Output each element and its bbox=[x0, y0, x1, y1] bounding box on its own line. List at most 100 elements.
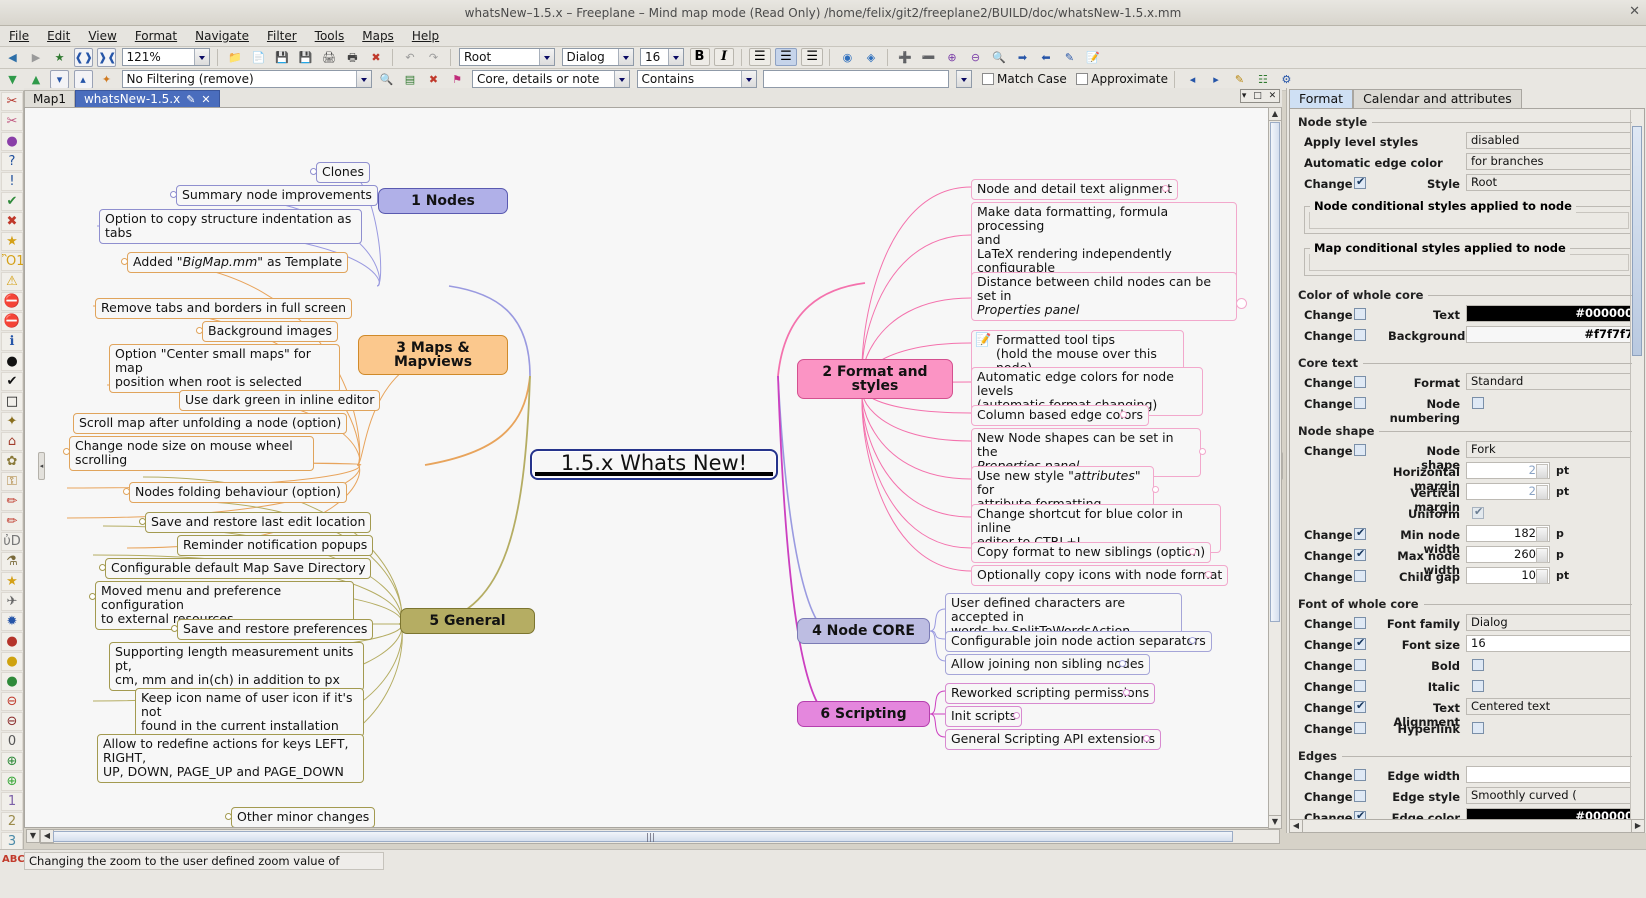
print-preview-icon[interactable]: 🖶 bbox=[343, 48, 362, 67]
magic-wand-icon[interactable]: ✦ bbox=[1, 412, 23, 431]
map-tab-map1[interactable]: Map1 bbox=[24, 90, 75, 107]
tab-format[interactable]: Format bbox=[1289, 89, 1354, 108]
menu-item-filter[interactable]: Filter bbox=[258, 26, 306, 45]
map-node-change-node-size-mouse-wheel[interactable]: Change node size on mouse wheel scrollin… bbox=[69, 436, 314, 471]
traffic-green-icon[interactable]: ● bbox=[1, 672, 23, 691]
map-node-optionally-copy-icons[interactable]: Optionally copy icons with node format bbox=[971, 565, 1229, 586]
number-1-icon[interactable]: 1 bbox=[1, 792, 23, 811]
field-node-conditional-styles[interactable] bbox=[1309, 212, 1629, 229]
move-left-icon[interactable]: ⬅ bbox=[1036, 48, 1055, 67]
checkbox-change-font-family[interactable] bbox=[1354, 617, 1366, 629]
checkbox-change-edge-style[interactable] bbox=[1354, 790, 1366, 802]
checkbox-change-node-shape[interactable] bbox=[1354, 444, 1366, 456]
next-node-icon[interactable]: ▸ bbox=[1206, 70, 1225, 89]
input-font-size[interactable]: 16 bbox=[1466, 635, 1638, 652]
checkbox-change-font-size[interactable] bbox=[1354, 636, 1366, 650]
menu-item-file[interactable]: File bbox=[0, 26, 38, 45]
map-node-remove-tabs-borders-fullscreen[interactable]: Remove tabs and borders in full screen bbox=[95, 298, 353, 319]
print-icon[interactable]: 🖨 bbox=[320, 48, 339, 67]
menu-item-help[interactable]: Help bbox=[403, 26, 448, 45]
chevron-down-icon[interactable] bbox=[355, 71, 371, 87]
map-node-save-restore-last-edit-location[interactable]: Save and restore last edit location bbox=[145, 512, 372, 533]
undo-icon[interactable]: ↶ bbox=[401, 48, 420, 67]
attribute-icon[interactable]: ☷ bbox=[1253, 70, 1272, 89]
bottle-icon[interactable]: ⚗ bbox=[1, 552, 23, 571]
mind-map-canvas[interactable]: 1.5.x Whats New! 1 Nodes 3 Maps & Mapvie… bbox=[24, 107, 1282, 828]
number-2-icon[interactable]: 2 bbox=[1, 812, 23, 831]
question-icon[interactable]: ? bbox=[1, 152, 23, 171]
scroll-up-icon[interactable]: ▲ bbox=[1268, 107, 1282, 121]
icon-rail-scroll-down[interactable]: ▼ bbox=[26, 829, 40, 843]
menu-item-tools[interactable]: Tools bbox=[306, 26, 354, 45]
value-edge-width[interactable] bbox=[1466, 766, 1638, 783]
input-min-node-width[interactable]: 182 bbox=[1466, 525, 1550, 542]
idea-icon[interactable]: Ὂ1 bbox=[1, 252, 23, 271]
map-topic-3-maps-mapviews[interactable]: 3 Maps & Mapviews bbox=[358, 335, 508, 375]
info-icon[interactable]: ℹ bbox=[1, 332, 23, 351]
pencil-icon[interactable]: ✏ bbox=[1, 512, 23, 531]
value-text-color[interactable]: #000000 bbox=[1466, 305, 1638, 322]
checkbox-change-node-numbering[interactable] bbox=[1354, 397, 1366, 409]
map-node-center-small-maps-option[interactable]: Option "Center small maps" for map posit… bbox=[109, 344, 340, 393]
bookmark-red-icon[interactable]: ✂ bbox=[1, 92, 23, 111]
checkbox-change-bold[interactable] bbox=[1354, 659, 1366, 671]
redo-icon[interactable]: ↷ bbox=[424, 48, 443, 67]
map-horizontal-scrollbar[interactable]: ◀ ||| bbox=[40, 829, 1280, 844]
edit-node-icon[interactable]: ✎ bbox=[1060, 48, 1079, 67]
map-node-keep-icon-name-user-icon[interactable]: Keep icon name of user icon if it's not … bbox=[135, 688, 364, 737]
expand-plus-icon[interactable] bbox=[1236, 298, 1247, 309]
map-node-background-images[interactable]: Background images bbox=[202, 321, 338, 342]
save-as-icon[interactable]: 💾 bbox=[296, 48, 315, 67]
filter-scope-combo[interactable]: Core, details or note bbox=[472, 70, 630, 88]
map-node-copy-structure-indentation[interactable]: Option to copy structure indentation as … bbox=[99, 209, 362, 244]
filter-selected-icon[interactable]: ▤ bbox=[401, 70, 420, 89]
field-map-conditional-styles[interactable] bbox=[1309, 254, 1629, 271]
filter-text-input[interactable] bbox=[763, 70, 949, 88]
checkbox-change-italic[interactable] bbox=[1354, 680, 1366, 692]
remove-node-icon[interactable]: ➖ bbox=[919, 48, 938, 67]
zoom-in-icon[interactable]: ❱❰ bbox=[97, 48, 116, 67]
forbidden-icon[interactable]: ⛔ bbox=[1, 312, 23, 331]
checkbox-change-max-node-width[interactable] bbox=[1354, 547, 1366, 561]
map-node-configurable-map-save-directory[interactable]: Configurable default Map Save Directory bbox=[105, 558, 372, 579]
close-icon[interactable]: ✕ bbox=[1629, 5, 1640, 18]
unfold-one-level-icon[interactable]: ▼ bbox=[3, 70, 22, 89]
note-icon[interactable]: 📝 bbox=[1083, 48, 1102, 67]
menu-item-navigate[interactable]: Navigate bbox=[186, 26, 258, 45]
plus-bright-green-icon[interactable]: ⊕ bbox=[1, 772, 23, 791]
align-left-button[interactable]: ☰ bbox=[749, 48, 771, 66]
chevron-down-icon[interactable] bbox=[193, 49, 209, 65]
map-node-distance-between-child-nodes[interactable]: Distance between child nodes can be set … bbox=[971, 272, 1237, 321]
map-node-other-minor-changes[interactable]: Other minor changes bbox=[231, 807, 376, 827]
menu-item-maps[interactable]: Maps bbox=[353, 26, 403, 45]
align-center-button[interactable]: ☰ bbox=[775, 48, 797, 66]
home-icon[interactable]: ⌂ bbox=[1, 432, 23, 451]
format-panel-horizontal-scrollbar[interactable]: ◀ ▶ bbox=[1289, 819, 1645, 833]
bookmark-pink-icon[interactable]: ✂ bbox=[1, 112, 23, 131]
chevron-down-icon[interactable] bbox=[740, 71, 756, 87]
move-right-icon[interactable]: ➡ bbox=[1013, 48, 1032, 67]
value-background-color[interactable]: #f7f7f7 bbox=[1466, 326, 1638, 343]
checkbox-change-edge-width[interactable] bbox=[1354, 769, 1366, 781]
show-selected-branch-icon[interactable]: ✦ bbox=[97, 70, 116, 89]
next-map-icon[interactable]: ▶ bbox=[27, 48, 46, 67]
filter-quick-icon[interactable]: ⚑ bbox=[448, 70, 467, 89]
map-node-copy-format-new-siblings[interactable]: Copy format to new siblings (option) bbox=[971, 542, 1212, 563]
map-topic-1-nodes[interactable]: 1 Nodes bbox=[378, 188, 508, 214]
match-case-checkbox[interactable] bbox=[982, 73, 994, 85]
map-horizontal-scroll-thumb[interactable] bbox=[53, 831, 1233, 842]
star-yellow-icon[interactable]: ★ bbox=[1, 572, 23, 591]
properties-icon[interactable]: ⚙ bbox=[1277, 70, 1296, 89]
warning-icon[interactable]: ⚠ bbox=[1, 272, 23, 291]
value-format[interactable]: Standard bbox=[1466, 373, 1638, 390]
map-node-data-formatting-latex[interactable]: Make data formatting, formula processing… bbox=[971, 202, 1237, 279]
value-apply-level-styles[interactable]: disabled bbox=[1466, 132, 1638, 149]
map-node-node-detail-text-alignment[interactable]: Node and detail text alignment bbox=[971, 179, 1178, 200]
unfold-all-icon[interactable]: ▾ bbox=[50, 70, 69, 89]
magnifier-icon[interactable]: ὐD bbox=[1, 532, 23, 551]
pencil-red-icon[interactable]: ✏ bbox=[1, 492, 23, 511]
bomb-icon[interactable]: ● bbox=[1, 352, 23, 371]
checkbox-change-style[interactable] bbox=[1354, 175, 1366, 189]
tab-calendar-and-attributes[interactable]: Calendar and attributes bbox=[1353, 89, 1522, 108]
close-map-icon[interactable]: ✖ bbox=[367, 48, 386, 67]
